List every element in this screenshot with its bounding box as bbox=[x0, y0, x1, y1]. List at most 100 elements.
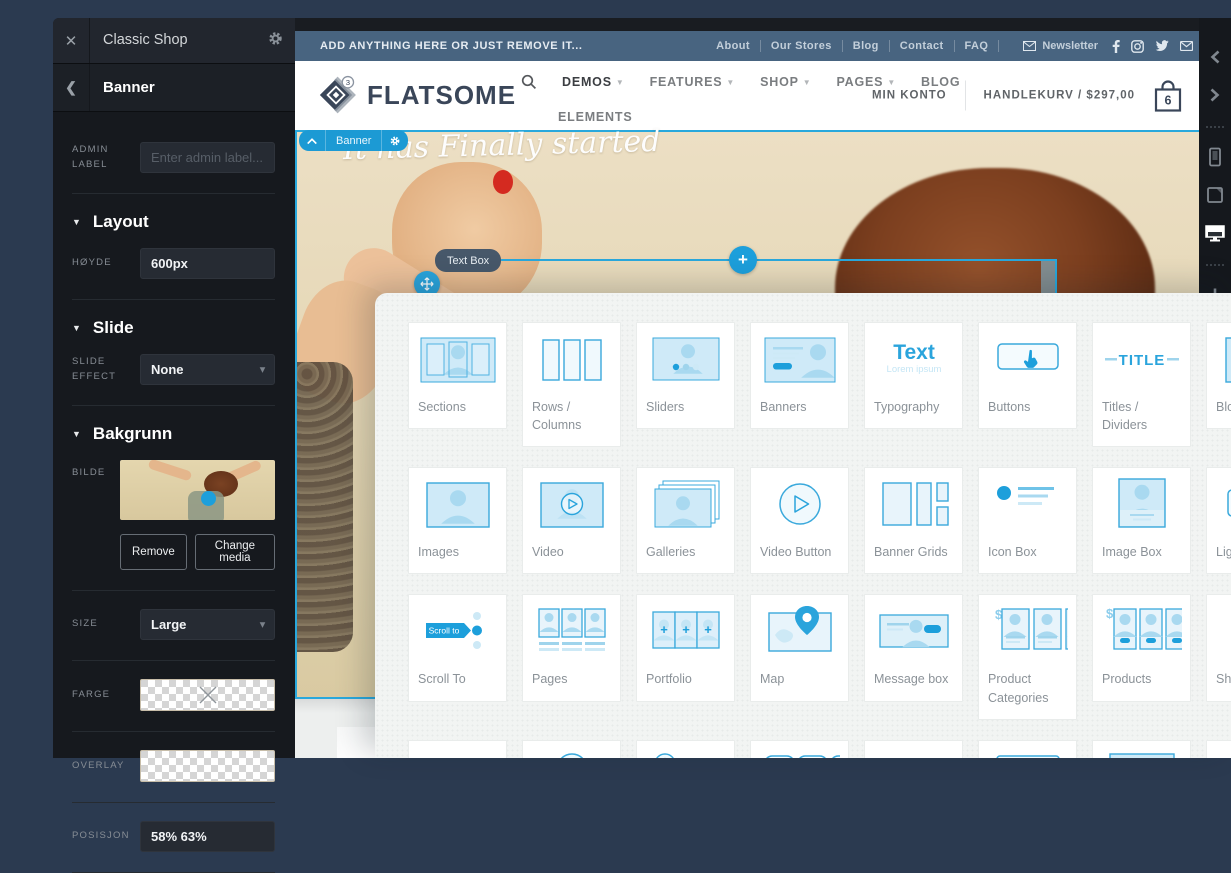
element-card-label: Product Categories bbox=[979, 663, 1076, 718]
flatsome-logo[interactable]: 3 FLATSOME bbox=[315, 74, 516, 116]
desktop-icon[interactable] bbox=[1204, 222, 1226, 244]
remove-button[interactable]: Remove bbox=[120, 534, 187, 570]
facebook-icon[interactable] bbox=[1112, 40, 1120, 53]
collapse-triangle-icon: ▼ bbox=[72, 323, 81, 333]
element-card-sections[interactable]: Sections bbox=[408, 322, 507, 429]
cart-bag-icon[interactable]: 6 bbox=[1153, 79, 1183, 112]
menu-item-features[interactable]: FEATURES▼ bbox=[650, 75, 736, 89]
element-card-images[interactable]: Images bbox=[408, 467, 507, 574]
element-card-image-box[interactable]: Image Box bbox=[1092, 467, 1191, 574]
mobile-icon[interactable] bbox=[1204, 146, 1226, 168]
topbar-link-our-stores[interactable]: Our Stores bbox=[761, 40, 842, 52]
position-input[interactable]: 58% 63% bbox=[140, 821, 275, 852]
overlay-swatch[interactable] bbox=[140, 750, 275, 782]
element-card-banners[interactable]: Banners bbox=[750, 322, 849, 429]
layout-section-heading[interactable]: ▼Layout bbox=[72, 212, 275, 232]
element-card-accordion[interactable]: Accordion bbox=[978, 740, 1077, 758]
element-card-team-member[interactable]: Team Member bbox=[522, 740, 621, 758]
slide-effect-row: SLIDE EFFECT None▾ bbox=[72, 354, 275, 385]
menu-item-shop[interactable]: SHOP▼ bbox=[760, 75, 811, 89]
background-section-heading[interactable]: ▼Bakgrunn bbox=[72, 424, 275, 444]
color-swatch[interactable] bbox=[140, 679, 275, 711]
element-card-blo[interactable]: Blo bbox=[1206, 322, 1231, 429]
chevron-right-icon[interactable] bbox=[1204, 84, 1226, 106]
logo-icon: Acme bbox=[865, 741, 962, 758]
element-card-video[interactable]: Video bbox=[522, 467, 621, 574]
menu-item-elements[interactable]: ELEMENTS bbox=[558, 110, 632, 124]
sliders-icon bbox=[637, 323, 734, 391]
portfolio-icon: +++ bbox=[637, 595, 734, 663]
topbar-link-contact[interactable]: Contact bbox=[890, 40, 954, 52]
admin-label-input[interactable]: Enter admin label... bbox=[140, 142, 275, 173]
svg-text:$: $ bbox=[1106, 606, 1114, 621]
element-card-galleries[interactable]: Galleries bbox=[636, 467, 735, 574]
element-card-logo[interactable]: AcmeLogo bbox=[864, 740, 963, 758]
add-element-button[interactable]: + bbox=[729, 246, 757, 274]
divider bbox=[1206, 264, 1224, 266]
tabs-icon bbox=[409, 741, 506, 758]
element-card-icon-box[interactable]: Icon Box bbox=[978, 467, 1077, 574]
search-icon[interactable] bbox=[521, 74, 537, 90]
focal-point-marker[interactable] bbox=[201, 491, 216, 506]
element-card-sha-ico[interactable]: Sha ico bbox=[1206, 594, 1231, 701]
gear-icon[interactable] bbox=[255, 30, 295, 52]
back-chevron-icon[interactable]: ❮ bbox=[53, 79, 89, 96]
pages-icon bbox=[523, 595, 620, 663]
element-card-rows-columns[interactable]: Rows / Columns bbox=[522, 322, 621, 447]
element-card-map[interactable]: Map bbox=[750, 594, 849, 701]
close-icon[interactable]: ✕ bbox=[53, 32, 89, 50]
element-card-scroll-to[interactable]: Scroll toScroll To bbox=[408, 594, 507, 701]
products-icon: $ bbox=[1093, 595, 1190, 663]
site-navbar: 3 FLATSOME DEMOS▼FEATURES▼SHOP▼PAGES▼BLO… bbox=[295, 61, 1199, 130]
accordion-icon bbox=[979, 741, 1076, 758]
element-card-buttons[interactable]: Buttons bbox=[978, 322, 1077, 429]
element-card-titles-dividers[interactable]: TITLETitles / Dividers bbox=[1092, 322, 1191, 447]
element-card-tabs[interactable]: Tabs bbox=[408, 740, 507, 758]
height-input[interactable]: 600px bbox=[140, 248, 275, 279]
tablet-icon[interactable] bbox=[1204, 184, 1226, 206]
element-card-label: Video bbox=[523, 536, 620, 573]
slide-effect-select[interactable]: None▾ bbox=[140, 354, 275, 385]
topbar-link-faq[interactable]: FAQ bbox=[955, 40, 999, 52]
sections-icon bbox=[409, 323, 506, 391]
size-select[interactable]: Large▾ bbox=[140, 609, 275, 640]
topbar-link-blog[interactable]: Blog bbox=[843, 40, 889, 52]
element-card-products[interactable]: $Products bbox=[1092, 594, 1191, 701]
instagram-icon[interactable] bbox=[1131, 40, 1144, 53]
slide-section-heading[interactable]: ▼Slide bbox=[72, 318, 275, 338]
twitter-icon[interactable] bbox=[1155, 40, 1169, 52]
element-card-pages[interactable]: Pages bbox=[522, 594, 621, 701]
background-image-thumbnail[interactable] bbox=[120, 460, 275, 520]
element-card-message-box[interactable]: Message box bbox=[864, 594, 963, 701]
size-row: SIZE Large▾ bbox=[72, 609, 275, 640]
admin-label-row: ADMIN LABEL Enter admin label... bbox=[72, 142, 275, 173]
element-card-sea[interactable]: Sea bbox=[1206, 740, 1231, 758]
element-card-sliders[interactable]: Sliders bbox=[636, 322, 735, 429]
builder-sidebar: ✕ Classic Shop ❮ Banner ADMIN LABEL Ente… bbox=[53, 18, 295, 758]
collapse-chevron-icon[interactable] bbox=[299, 130, 326, 151]
element-card-typography[interactable]: TextLorem ipsumTypography bbox=[864, 322, 963, 429]
menu-item-demos[interactable]: DEMOS▼ bbox=[562, 75, 625, 89]
element-card-testimonials[interactable]: ★ ★ ★Testimonials bbox=[636, 740, 735, 758]
partial-image-icon bbox=[1207, 323, 1231, 391]
element-card-lig[interactable]: Lig bbox=[1206, 467, 1231, 574]
topbar-message: ADD ANYTHING HERE OR JUST REMOVE IT... bbox=[295, 40, 706, 52]
cart-link[interactable]: HANDLEKURV / $297,00 bbox=[984, 90, 1135, 102]
topbar-link-about[interactable]: About bbox=[706, 40, 760, 52]
element-card-product-categories[interactable]: $Product Categories bbox=[978, 594, 1077, 719]
email-icon[interactable] bbox=[1180, 41, 1193, 51]
element-card-instagram-feed[interactable]: Instagram feed bbox=[1092, 740, 1191, 758]
banner-settings-gear-icon[interactable] bbox=[381, 130, 408, 151]
chevron-left-icon[interactable] bbox=[1204, 46, 1226, 68]
svg-text:Text: Text bbox=[893, 341, 935, 364]
element-card-banner-grids[interactable]: Banner Grids bbox=[864, 467, 963, 574]
element-card-portfolio[interactable]: +++Portfolio bbox=[636, 594, 735, 701]
divider bbox=[72, 405, 275, 406]
selection-highlight bbox=[1041, 261, 1055, 293]
change-media-button[interactable]: Change media bbox=[195, 534, 275, 570]
element-card-video-button[interactable]: Video Button bbox=[750, 467, 849, 574]
account-link[interactable]: MIN KONTO bbox=[872, 90, 947, 102]
newsletter-link[interactable]: Newsletter bbox=[1013, 40, 1108, 52]
collapse-triangle-icon: ▼ bbox=[72, 217, 81, 227]
element-card-countdown[interactable]: 10DAYS19MINCountdown bbox=[750, 740, 849, 758]
